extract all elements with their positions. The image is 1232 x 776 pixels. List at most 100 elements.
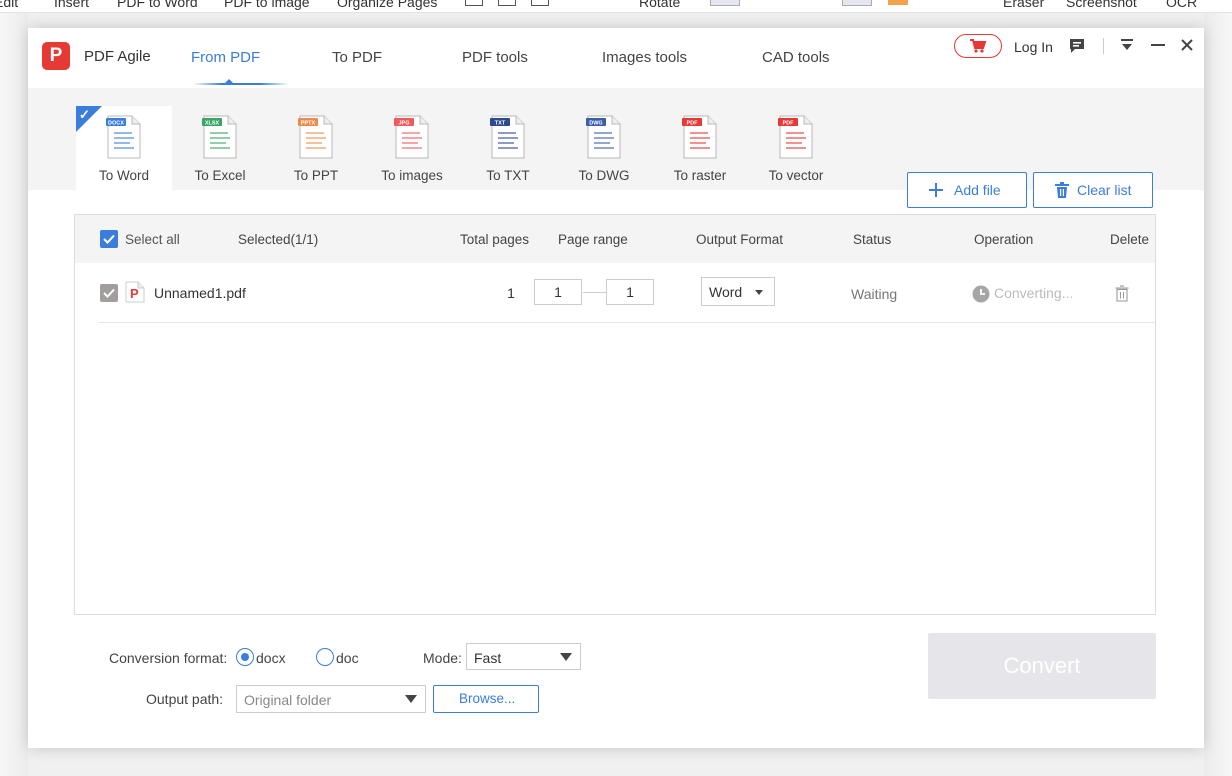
svg-text:PPTX: PPTX	[301, 121, 316, 127]
tab-images-tools[interactable]: Images tools	[602, 49, 687, 66]
radio-docx[interactable]	[236, 648, 254, 666]
range-dash	[583, 292, 607, 293]
table-row: P Unnamed1.pdf 1 1 1 Word Waiting Conver…	[99, 263, 1155, 323]
bg-menu-ocr[interactable]: OCR	[1166, 0, 1197, 10]
delete-row-icon[interactable]	[1115, 285, 1129, 302]
check-icon	[103, 234, 115, 244]
bg-menu-rotate[interactable]: Rotate	[639, 0, 680, 10]
tab-from-pdf[interactable]: From PDF	[191, 49, 260, 66]
clock-icon	[972, 285, 990, 303]
output-path-dropdown-arrow	[399, 686, 425, 711]
check-icon	[103, 288, 115, 298]
tool-to-ppt[interactable]: PPTX To PPT	[268, 106, 364, 190]
tool-to-vector[interactable]: PDF To vector	[748, 106, 844, 190]
output-format-select[interactable]: Word	[701, 277, 775, 306]
tool-label: To Word	[98, 168, 150, 183]
row-checkbox[interactable]	[100, 284, 118, 302]
total-pages-header: Total pages	[460, 232, 530, 247]
tab-to-pdf[interactable]: To PDF	[332, 49, 382, 66]
output-format-header: Output Format	[696, 232, 784, 247]
operation-header: Operation	[974, 232, 1034, 247]
radio-doc[interactable]	[316, 648, 334, 666]
header-separator	[1103, 38, 1104, 54]
svg-text:PDF: PDF	[687, 121, 699, 127]
tool-to-txt[interactable]: TXT To TXT	[460, 106, 556, 190]
svg-text:DOCX: DOCX	[108, 121, 124, 127]
radio-docx-label[interactable]: docx	[256, 650, 286, 666]
close-icon[interactable]	[1179, 37, 1195, 53]
trash-icon	[1055, 182, 1069, 198]
delete-header: Delete	[1110, 232, 1150, 247]
tool-to-excel[interactable]: XLSX To Excel	[172, 106, 268, 190]
chevron-down-icon	[405, 695, 417, 703]
add-file-button[interactable]: Add file	[907, 172, 1027, 208]
svg-text:DWG: DWG	[589, 121, 602, 127]
mode-label: Mode:	[423, 650, 462, 666]
login-link[interactable]: Log In	[1014, 39, 1053, 55]
tool-to-raster[interactable]: PDF To raster	[652, 106, 748, 190]
bg-menu-pdf-to-word[interactable]: PDF to Word	[117, 0, 198, 10]
chevron-down-icon	[755, 290, 763, 295]
pptx-file-icon: PPTX	[298, 115, 333, 159]
status-header: Status	[853, 232, 892, 247]
active-tab-caret	[225, 79, 233, 83]
browse-label: Browse...	[459, 691, 516, 706]
tool-to-images[interactable]: JPG To images	[364, 106, 460, 190]
active-tab-indicator	[193, 83, 289, 85]
background-toolbar: Edit Insert PDF to Word PDF to image Org…	[0, 0, 1232, 13]
add-file-label: Add file	[954, 182, 1001, 198]
bg-page-icon[interactable]	[710, 0, 740, 6]
select-all-checkbox[interactable]	[100, 230, 118, 248]
bg-page-icon[interactable]	[465, 0, 483, 6]
radio-doc-label[interactable]: doc	[336, 650, 359, 666]
tab-cad-tools[interactable]: CAD tools	[762, 49, 830, 66]
pdf-agile-dialog: P PDF Agile From PDF To PDF PDF tools Im…	[28, 28, 1204, 748]
bg-page-icon[interactable]	[842, 0, 872, 6]
bg-menu-eraser[interactable]: Eraser	[1003, 0, 1044, 10]
browse-button[interactable]: Browse...	[433, 685, 539, 713]
bg-menu-edit[interactable]: Edit	[0, 0, 18, 10]
mode-select[interactable]: Fast	[466, 643, 581, 670]
chevron-down-icon	[560, 653, 572, 661]
tool-label: To vector	[768, 168, 824, 183]
bg-menu-screenshot[interactable]: Screenshot	[1066, 0, 1137, 10]
pdf-file-icon: PDF	[682, 115, 717, 159]
mode-value: Fast	[474, 650, 502, 666]
output-format-value: Word	[709, 284, 743, 300]
page-range-end-input[interactable]: 1	[606, 279, 654, 305]
tool-to-dwg[interactable]: DWG To DWG	[556, 106, 652, 190]
bg-page-icon[interactable]	[498, 0, 516, 6]
bg-page-icon[interactable]	[531, 0, 549, 6]
bg-highlight-icon[interactable]	[888, 0, 908, 5]
bg-menu-pdf-to-image[interactable]: PDF to image	[224, 0, 310, 10]
feedback-icon[interactable]	[1068, 37, 1086, 55]
tool-label: To PPT	[293, 168, 339, 183]
minimize-icon[interactable]	[1150, 37, 1166, 53]
tool-label: To images	[381, 168, 443, 183]
table-header: Select all Selected(1/1) Total pages Pag…	[75, 215, 1155, 263]
backdrop	[1204, 13, 1232, 776]
conversion-tools: DOCX To Word ✓ XLSX To Excel PPTX To PPT JPG To …	[28, 88, 1204, 208]
select-all-label[interactable]: Select all	[125, 232, 180, 247]
clear-list-button[interactable]: Clear list	[1033, 172, 1153, 208]
tool-label: To TXT	[486, 168, 530, 183]
dropdown-menu-icon[interactable]	[1120, 38, 1134, 52]
svg-text:XLSX: XLSX	[205, 121, 220, 127]
convert-button[interactable]: Convert	[928, 633, 1156, 699]
svg-text:PDF: PDF	[783, 121, 795, 127]
cart-button[interactable]	[954, 34, 1002, 58]
status-text: Waiting	[851, 286, 898, 302]
bg-menu-insert[interactable]: Insert	[54, 0, 89, 10]
tool-to-word[interactable]: DOCX To Word ✓	[76, 106, 172, 190]
bg-menu-organize-pages[interactable]: Organize Pages	[337, 0, 437, 10]
svg-text:TXT: TXT	[495, 121, 506, 127]
dialog-header: P PDF Agile From PDF To PDF PDF tools Im…	[28, 28, 1204, 88]
output-path-select[interactable]: Original folder	[236, 685, 426, 713]
page-range-header: Page range	[558, 232, 628, 247]
converting-status: Converting...	[994, 285, 1074, 301]
tab-pdf-tools[interactable]: PDF tools	[462, 49, 528, 66]
output-path-value: Original folder	[244, 692, 332, 708]
app-logo: P	[42, 42, 70, 70]
page-range-start-input[interactable]: 1	[534, 279, 582, 305]
txt-file-icon: TXT	[490, 115, 525, 159]
